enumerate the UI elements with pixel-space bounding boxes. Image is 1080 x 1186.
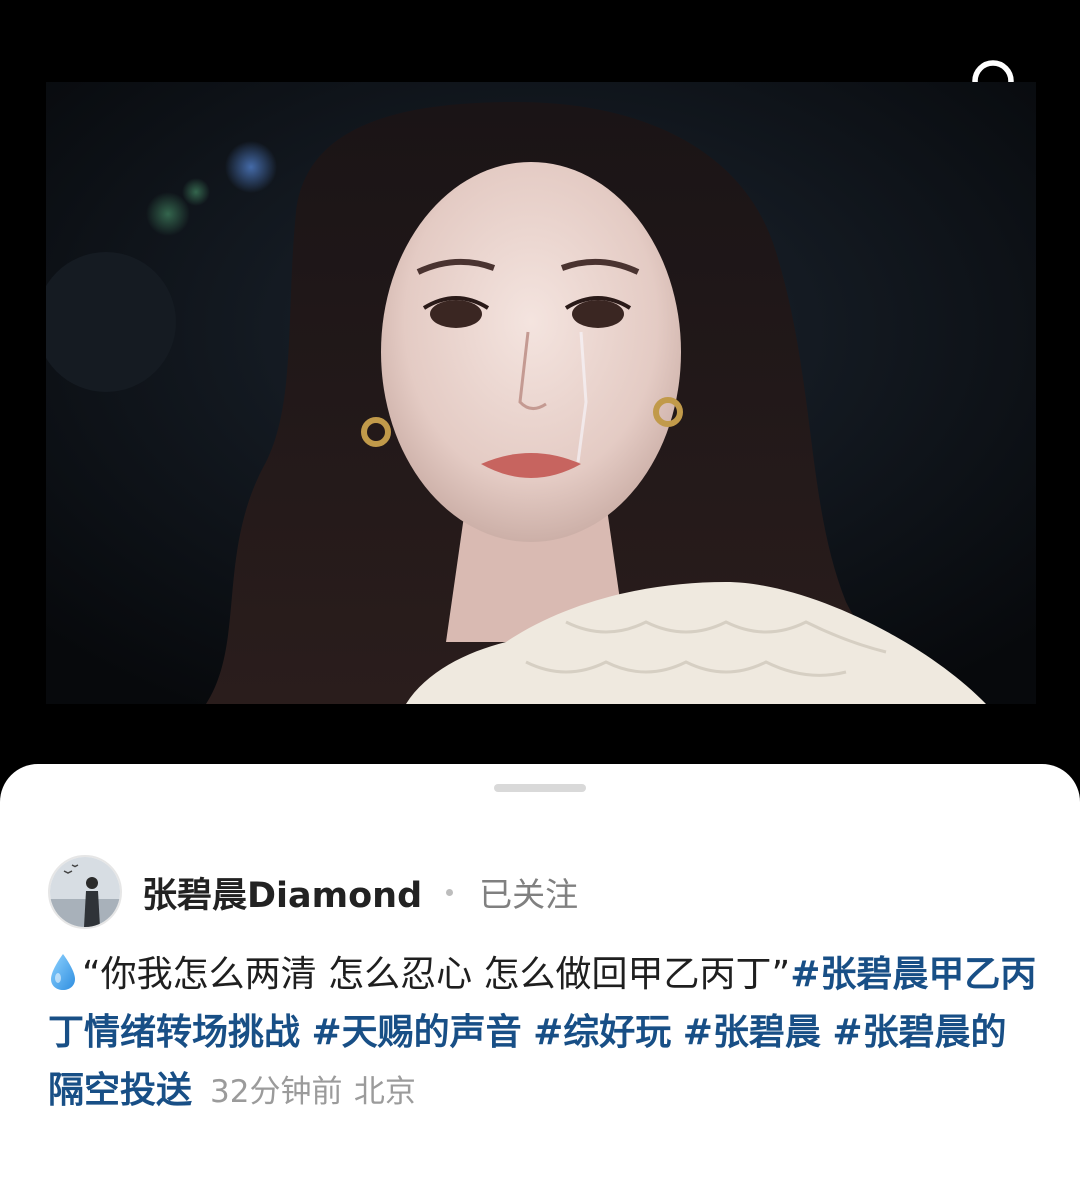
water-drop-icon — [51, 954, 75, 990]
avatar-image — [50, 857, 120, 927]
author-name[interactable]: 张碧晨Diamond — [142, 867, 422, 918]
post-time: 32分钟前 — [210, 1074, 343, 1110]
drag-handle[interactable] — [494, 784, 586, 792]
author-row: 张碧晨Diamond 已关注 — [48, 854, 578, 930]
video-player[interactable] — [46, 82, 1036, 704]
post-text: “你我怎么两清 怎么忍心 怎么做回甲乙丙丁”#张碧晨甲乙丙丁情绪转场挑战 #天赐… — [48, 946, 1038, 1121]
post-detail-sheet: 张碧晨Diamond 已关注 “你我怎么两清 怎么忍心 怎么做回甲乙丙丁” #张碧… — [0, 764, 1080, 1186]
hashtag-link[interactable]: #综好玩 — [533, 1012, 671, 1053]
avatar[interactable] — [48, 855, 122, 929]
separator-dot — [446, 888, 454, 896]
hashtag-link[interactable]: #张碧晨 — [683, 1012, 821, 1053]
follow-status-button[interactable]: 已关注 — [479, 868, 578, 916]
video-thumbnail-image — [46, 82, 1036, 704]
hashtag-link[interactable]: #天赐的声音 — [311, 1012, 521, 1053]
post-quote: “你我怎么两清 怎么忍心 怎么做回甲乙丙丁” — [82, 954, 791, 995]
post-location: 北京 — [353, 1074, 416, 1110]
